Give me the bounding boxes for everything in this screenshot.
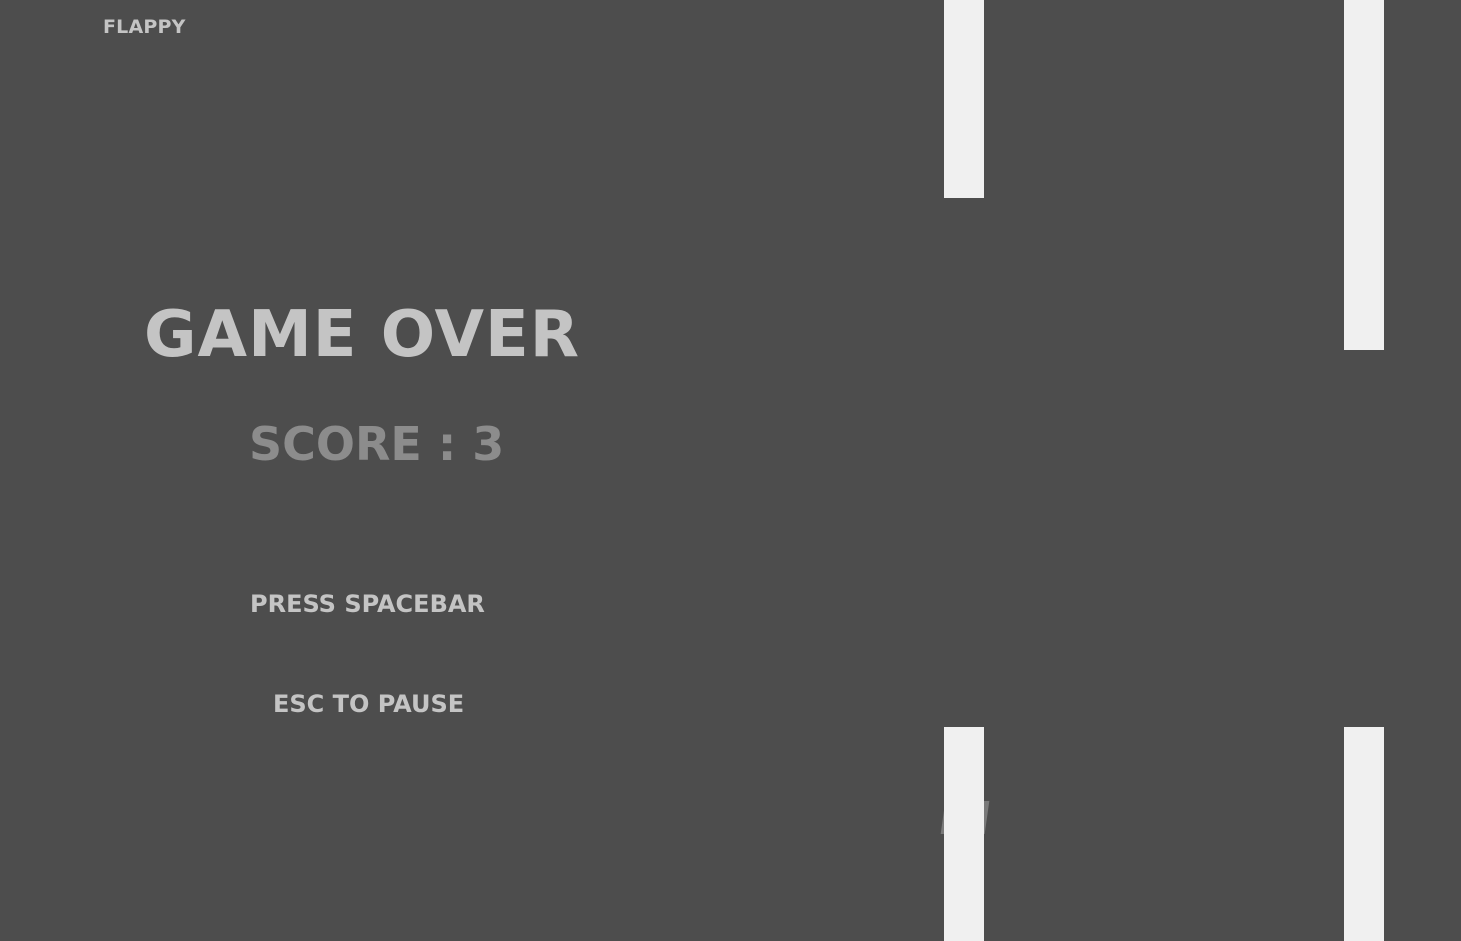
game-title: FLAPPY: [103, 16, 186, 38]
game-over-heading: GAME OVER: [144, 298, 580, 372]
press-spacebar-hint: PRESS SPACEBAR: [250, 590, 485, 618]
pipe-top-2: [1344, 0, 1384, 350]
esc-pause-hint: ESC TO PAUSE: [273, 690, 465, 718]
pipe-bottom-1: [944, 727, 984, 941]
score-display: SCORE : 3: [249, 417, 505, 471]
pipe-bottom-2: [1344, 727, 1384, 941]
pipe-top-1: [944, 0, 984, 198]
